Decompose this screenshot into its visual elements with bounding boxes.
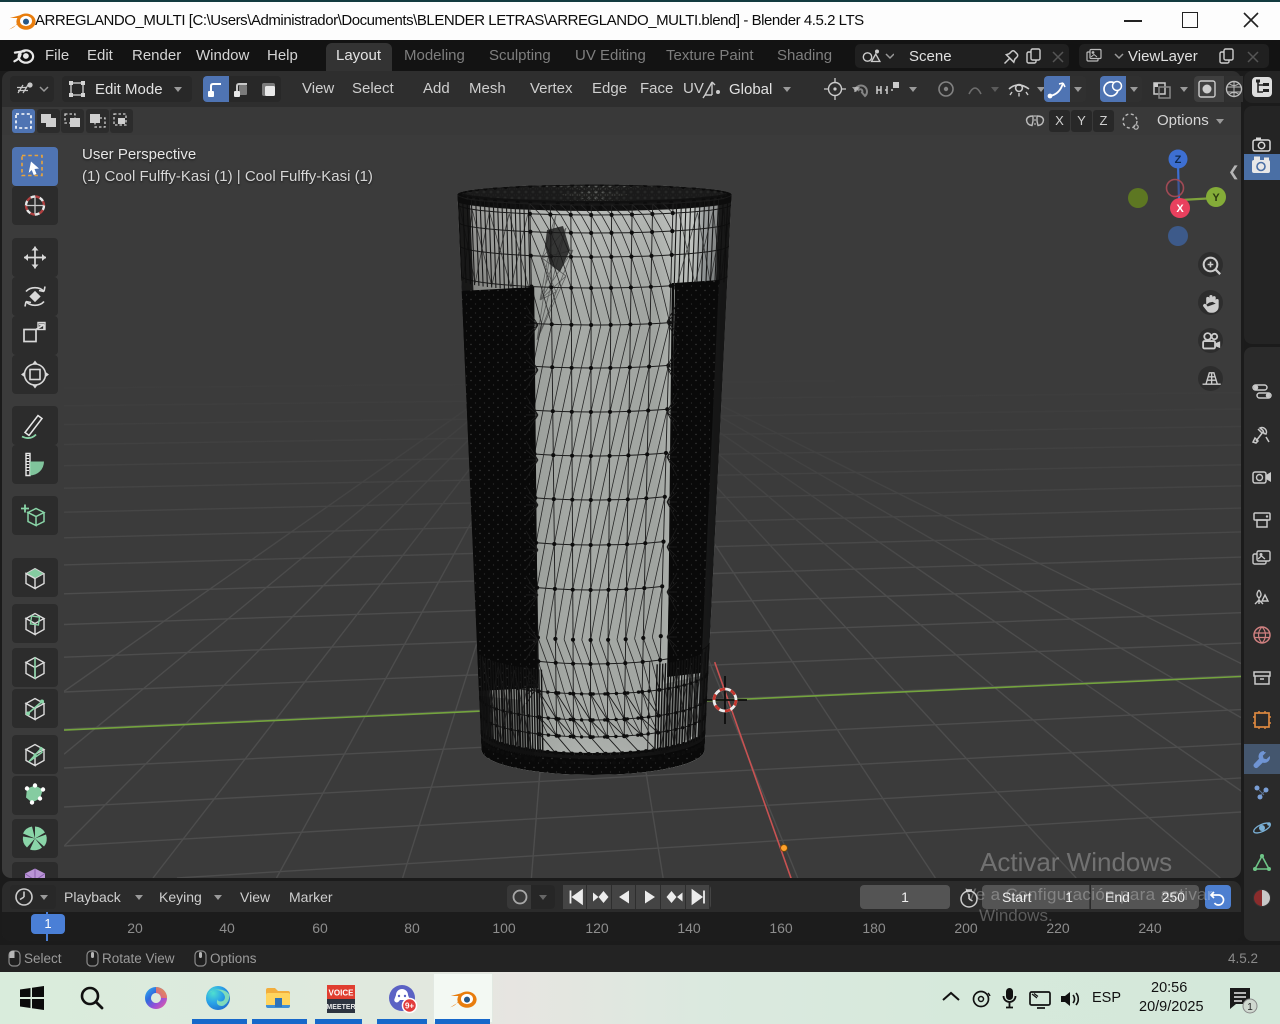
svg-text:Z: Z [1175, 154, 1182, 166]
svg-text:Y: Y [1212, 192, 1220, 204]
svg-text:MEETER: MEETER [326, 1004, 355, 1011]
svg-text:X: X [1176, 203, 1184, 215]
svg-text:9+: 9+ [405, 1002, 414, 1011]
svg-text:1: 1 [1247, 1002, 1253, 1013]
svg-text:VOICE: VOICE [329, 989, 355, 998]
